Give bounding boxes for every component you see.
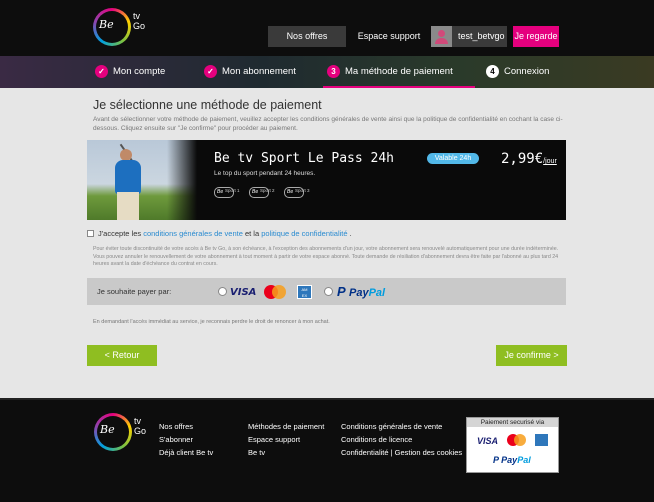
footer-col-1: Nos offres S'abonner Déjà client Be tv [159, 420, 213, 459]
username: test_betvgo [458, 31, 505, 41]
footer-link-deja-client[interactable]: Déjà client Be tv [159, 446, 213, 459]
footer-link-methodes-paiement[interactable]: Méthodes de paiement [248, 420, 324, 433]
step-number: 3 [327, 65, 340, 78]
paypal-logo: P PayPal [493, 455, 531, 465]
footer-link-espace-support[interactable]: Espace support [248, 433, 324, 446]
logo-subtext: tv Go [133, 11, 146, 31]
golfer-image [87, 140, 197, 220]
check-icon: ✓ [95, 65, 108, 78]
espace-support-link[interactable]: Espace support [356, 26, 422, 47]
avatar-icon [431, 26, 452, 47]
footer-col-3: Conditions générales de vente Conditions… [341, 420, 462, 459]
visa-logo[interactable]: VISA [230, 287, 256, 298]
offer-price: 2,99€/jour [501, 150, 557, 168]
je-regarde-button[interactable]: Je regarde [513, 26, 559, 47]
mastercard-logo [507, 434, 527, 446]
footer: Be tv Go Nos offres S'abonner Déjà clien… [0, 398, 654, 502]
betv-go-logo[interactable]: Be tv Go [94, 413, 146, 451]
validity-badge: Valable 24h [427, 153, 479, 164]
back-button[interactable]: < Retour [87, 345, 157, 366]
nos-offres-button[interactable]: Nos offres [268, 26, 346, 47]
step-label: Mon abonnement [222, 66, 296, 77]
payment-method-bar: Je souhaite payer par: VISA AM EX P PayPa… [87, 278, 566, 305]
cgv-link[interactable]: conditions générales de vente [143, 229, 243, 238]
channel-name: Sport 3 [295, 188, 310, 193]
checkout-steps: ✓ Mon compte ✓ Mon abonnement 3 Ma métho… [0, 56, 654, 88]
footer-link-confidentialite[interactable]: Confidentialité | Gestion des cookies [341, 446, 462, 459]
terms-checkbox[interactable] [87, 230, 94, 237]
step-label: Mon compte [113, 66, 166, 77]
visa-radio[interactable] [218, 287, 227, 296]
check-icon: ✓ [204, 65, 217, 78]
paypal-radio[interactable] [324, 287, 333, 296]
terms-text: et la [242, 229, 262, 238]
logo-text: Be [100, 423, 115, 436]
intro-text: Avant de sélectionner votre méthode de p… [93, 116, 563, 132]
secure-payment-title: Paiement securisé via [467, 418, 558, 427]
channel-name: Sport 1 [225, 188, 240, 193]
header: Be tv Go Nos offres Espace support test_… [0, 0, 654, 56]
footer-link-licence[interactable]: Conditions de licence [341, 433, 462, 446]
terms-acceptance: J'accepte les conditions générales de ve… [87, 229, 352, 238]
active-step-underline [323, 86, 475, 88]
footer-link-nos-offres[interactable]: Nos offres [159, 420, 213, 433]
offer-banner: Be tv Sport Le Pass 24h Le top du sport … [87, 140, 566, 220]
payment-label: Je souhaite payer par: [97, 287, 172, 296]
offer-subtitle: Le top du sport pendant 24 heures. [214, 170, 316, 177]
secure-payment-box: Paiement securisé via VISA P PayPal [466, 417, 559, 473]
page-title: Je sélectionne une méthode de paiement [93, 98, 322, 112]
price-unit: /jour [543, 158, 557, 165]
footer-col-2: Méthodes de paiement Espace support Be t… [248, 420, 324, 459]
footer-link-sabonner[interactable]: S'abonner [159, 433, 213, 446]
withdrawal-notice: En demandant l'accès immédiat au service… [93, 319, 330, 325]
paypal-icon[interactable]: P [337, 284, 346, 299]
privacy-link[interactable]: politique de confidentialité [261, 229, 347, 238]
footer-link-cgv[interactable]: Conditions générales de vente [341, 420, 462, 433]
terms-text: J'accepte les [98, 229, 144, 238]
price-value: 2,99€ [501, 151, 544, 167]
visa-logo: VISA [477, 436, 499, 446]
user-account-button[interactable]: test_betvgo [431, 26, 507, 47]
paypal-logo[interactable]: PayPal [349, 287, 385, 299]
renewal-legal-text: Pour éviter toute discontinuité de votre… [93, 246, 559, 267]
offer-name: Be tv Sport Le Pass 24h [214, 151, 395, 166]
terms-text: . [347, 229, 352, 238]
step-label: Connexion [504, 66, 550, 77]
step-number: 4 [486, 65, 499, 78]
step-label: Ma méthode de paiement [345, 66, 453, 77]
channel-name: Sport 2 [260, 188, 275, 193]
footer-link-betv[interactable]: Be tv [248, 446, 324, 459]
logo-text: Be [99, 18, 114, 31]
amex-logo [535, 434, 548, 446]
logo-subtext: tv Go [134, 416, 147, 436]
amex-logo[interactable]: AM EX [297, 285, 312, 299]
confirm-button[interactable]: Je confirme > [496, 345, 567, 366]
mastercard-logo[interactable] [264, 285, 286, 299]
betv-go-logo[interactable]: Be tv Go [93, 8, 145, 46]
